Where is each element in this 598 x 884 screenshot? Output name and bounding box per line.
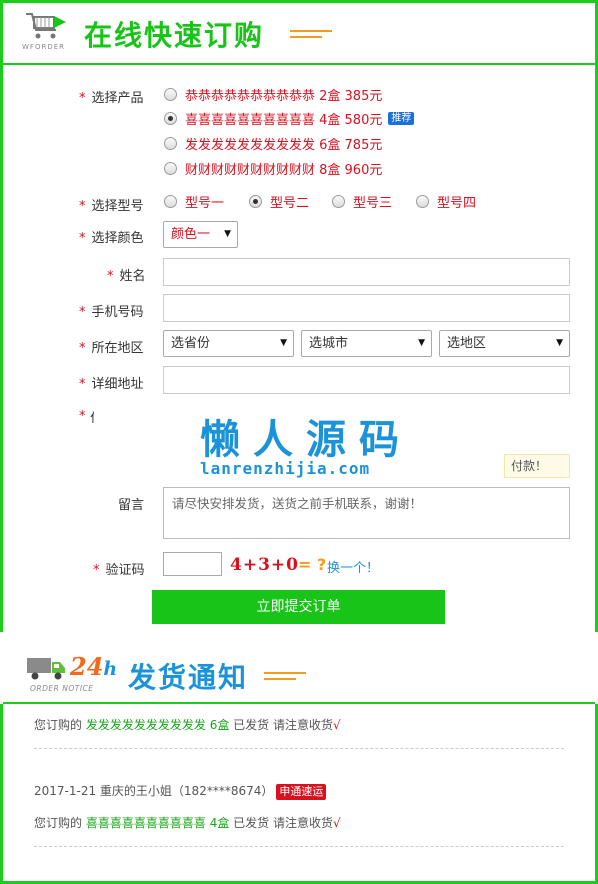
notice-title: 发货通知 <box>128 661 249 694</box>
name-label: * 姓名 <box>107 269 146 284</box>
model-option-3[interactable]: 型号三 <box>332 192 392 211</box>
dropdown-arrow-icon: ▼ <box>224 229 231 239</box>
24h-badge: 24h <box>70 652 118 681</box>
model-option-2[interactable]: 型号二 <box>249 192 309 211</box>
captcha-expression: 4+3+0 <box>230 555 299 575</box>
district-select[interactable]: 选地区 ▼ <box>439 330 570 357</box>
notice-subtext: ORDER NOTICE <box>30 684 94 693</box>
captcha-refresh-link[interactable]: 换一个！ <box>327 557 379 576</box>
logo-subtext: WFORDER <box>22 43 65 51</box>
product-option-4[interactable]: 财财财财财财财财财财 8盒 960元 <box>164 159 382 178</box>
model-label: * 选择型号 <box>79 199 144 214</box>
radio-checked-icon[interactable] <box>249 195 262 208</box>
city-select[interactable]: 选城市 ▼ <box>301 330 432 357</box>
region-label: * 所在地区 <box>79 341 144 356</box>
notice-item: 您订购的 喜喜喜喜喜喜喜喜喜喜 4盒 已发货 请注意收货√ <box>34 816 341 830</box>
province-select[interactable]: 选省份 ▼ <box>163 330 294 357</box>
model-option-1[interactable]: 型号一 <box>164 192 224 211</box>
submit-order-button[interactable]: 立即提交订单 <box>152 590 445 624</box>
dropdown-arrow-icon: ▼ <box>280 338 287 348</box>
product-label: * 选择产品 <box>79 91 144 106</box>
delivery-truck-icon <box>27 658 65 680</box>
divider <box>34 846 564 847</box>
express-badge: 申通速运 <box>276 784 327 800</box>
page-title: 在线快速订购 <box>84 19 265 52</box>
radio-icon[interactable] <box>164 137 177 150</box>
title-decoration <box>264 672 306 688</box>
payment-option-fragment[interactable]: 付款！ <box>504 454 570 478</box>
phone-label: * 手机号码 <box>79 305 144 320</box>
address-input[interactable] <box>163 366 570 394</box>
shopping-cart-icon <box>26 13 66 39</box>
color-select[interactable]: 颜色一 ▼ <box>163 221 238 248</box>
message-label: 留言 <box>118 498 145 513</box>
captcha-label: * 验证码 <box>93 563 145 578</box>
radio-icon[interactable] <box>416 195 429 208</box>
divider <box>34 748 564 749</box>
title-decoration <box>290 30 332 46</box>
captcha-input[interactable] <box>163 552 222 576</box>
radio-icon[interactable] <box>332 195 345 208</box>
radio-icon[interactable] <box>164 88 177 101</box>
name-input[interactable] <box>163 258 570 286</box>
radio-checked-icon[interactable] <box>164 112 177 125</box>
phone-input[interactable] <box>163 294 570 322</box>
model-option-4[interactable]: 型号四 <box>416 192 476 211</box>
message-textarea[interactable]: 请尽快安排发货，送货之前手机联系，谢谢！ <box>163 487 570 539</box>
radio-icon[interactable] <box>164 195 177 208</box>
dropdown-arrow-icon: ▼ <box>418 338 425 348</box>
watermark-logo-url: lanrenzhijia.com <box>200 459 371 478</box>
radio-icon[interactable] <box>164 162 177 175</box>
dropdown-arrow-icon: ▼ <box>556 338 563 348</box>
address-label: * 详细地址 <box>79 377 144 392</box>
product-option-1[interactable]: 恭恭恭恭恭恭恭恭恭恭 2盒 385元 <box>164 85 382 104</box>
notice-item-meta: 2017-1-21 重庆的王小姐（182****8674） 申通速运 <box>34 782 327 800</box>
required-marker: * <box>79 409 86 424</box>
color-label: * 选择颜色 <box>79 231 144 246</box>
recommend-badge: 推荐 <box>388 112 415 125</box>
watermark-logo-cn: 懒人源码 <box>200 417 412 463</box>
product-option-3[interactable]: 发发发发发发发发发发 6盒 785元 <box>164 134 382 153</box>
captcha-equals: = ? <box>298 555 327 574</box>
product-option-2[interactable]: 喜喜喜喜喜喜喜喜喜喜 4盒 580元 推荐 <box>164 109 415 128</box>
notice-item: 您订购的 发发发发发发发发发发 6盒 已发货 请注意收货√ <box>34 718 341 732</box>
